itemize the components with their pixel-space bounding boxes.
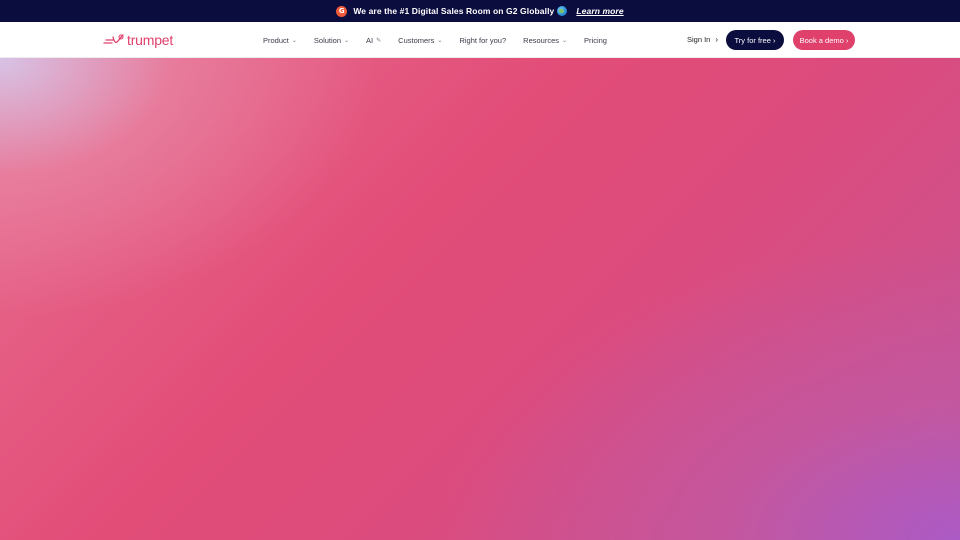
menu-solution-label: Solution [313, 35, 341, 45]
chevron-right-icon: › [770, 35, 776, 45]
trumpet-logo[interactable]: trumpet [103, 32, 173, 48]
menu-resources[interactable]: Resources ⌄ [523, 36, 567, 45]
announcement-bar: G We are the #1 Digital Sales Room on G2… [0, 0, 960, 22]
menu-customers[interactable]: Customers ⌄ [398, 36, 442, 45]
menu-ai[interactable]: AI ✎ [366, 36, 381, 45]
chevron-down-icon: ⌄ [562, 37, 568, 44]
try-for-free-label: Try for free [734, 35, 771, 45]
menu-pricing-label: Pricing [584, 35, 607, 45]
menu-right-for-you-label: Right for you? [459, 35, 507, 45]
g2-icon: G [336, 5, 348, 17]
menu-right-for-you[interactable]: Right for you? [459, 36, 506, 45]
trumpet-logo-icon [103, 34, 124, 44]
chevron-down-icon: ⌄ [344, 37, 350, 44]
learn-more-link[interactable]: Learn more [576, 6, 623, 16]
menu-resources-label: Resources [523, 35, 560, 45]
sign-in-label: Sign In [687, 35, 711, 44]
book-a-demo-label: Book a demo [799, 35, 844, 45]
menu-product-label: Product [263, 35, 289, 45]
menu-solution[interactable]: Solution ⌄ [314, 36, 349, 45]
main-menu: Product ⌄ Solution ⌄ AI ✎ Customers ⌄ Ri… [263, 22, 624, 58]
book-a-demo-button[interactable]: Book a demo › [793, 30, 855, 50]
chevron-right-icon: › [843, 35, 849, 45]
try-for-free-button[interactable]: Try for free › [726, 30, 784, 50]
sparkle-icon: ✎ [376, 37, 382, 44]
announcement-text: We are the #1 Digital Sales Room on G2 G… [353, 6, 555, 16]
menu-pricing[interactable]: Pricing [584, 36, 607, 45]
hero-gradient-background [0, 58, 960, 540]
globe-icon [557, 6, 568, 16]
logo-wordmark: trumpet [127, 32, 174, 48]
chevron-right-icon: › [715, 35, 719, 44]
menu-ai-label: AI [366, 35, 374, 45]
chevron-down-icon: ⌄ [291, 37, 297, 44]
menu-customers-label: Customers [398, 35, 435, 45]
sign-in-link[interactable]: Sign In › [687, 35, 718, 44]
chevron-down-icon: ⌄ [437, 37, 443, 44]
menu-product[interactable]: Product ⌄ [263, 36, 297, 45]
top-navigation: trumpet Product ⌄ Solution ⌄ AI ✎ Custom… [0, 22, 960, 58]
